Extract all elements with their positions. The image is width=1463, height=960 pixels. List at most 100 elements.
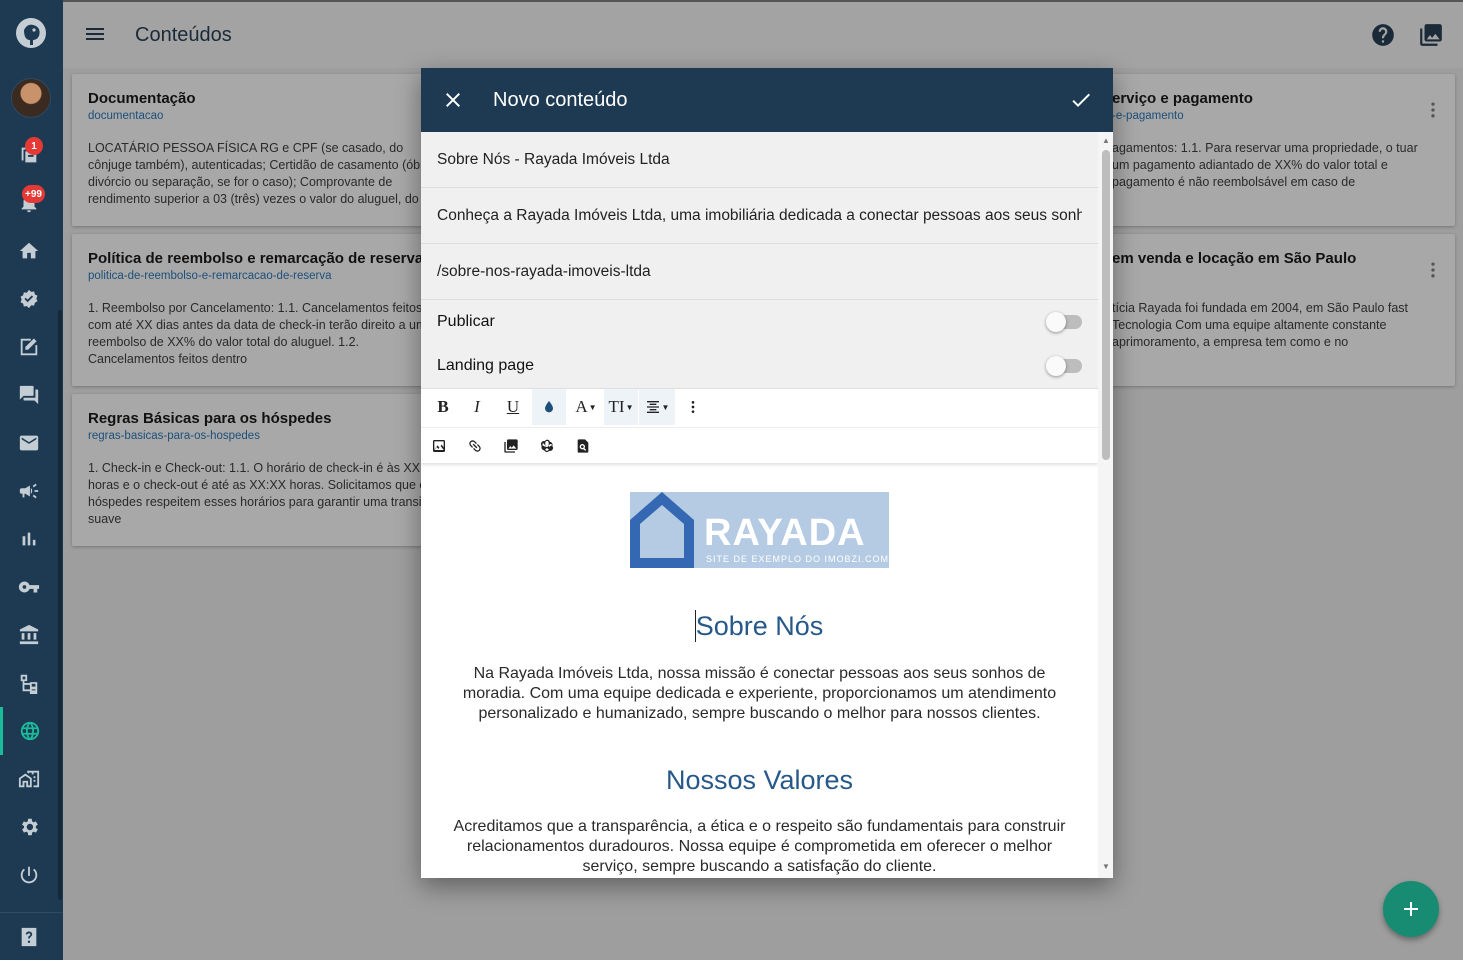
sidebar-item-notifications[interactable]: 1: [0, 131, 57, 179]
card-body: agamentos: 1.1. Para reservar uma propri…: [1112, 141, 1418, 189]
sidebar-item-keys[interactable]: [0, 563, 57, 611]
card-title: erviço e pagamento: [1112, 90, 1253, 107]
hierarchy-icon: [20, 674, 37, 694]
check-icon: [1072, 93, 1090, 107]
editor-heading-values[interactable]: Nossos Valores: [421, 765, 1098, 796]
url-input[interactable]: [437, 262, 1082, 281]
help-icon: [21, 927, 36, 947]
more-options-button[interactable]: [681, 389, 705, 425]
globe-icon: [20, 721, 40, 741]
description-input[interactable]: [437, 206, 1082, 225]
plus-icon: [1404, 902, 1418, 916]
notifications-badge: 1: [25, 137, 43, 155]
description-field[interactable]: [421, 188, 1098, 244]
sidebar-item-structure[interactable]: [0, 659, 57, 707]
editor-toolbar: B I U A ▼ TI ▼ ▼: [421, 388, 1098, 463]
dialog-header: Novo conteúdo: [421, 68, 1113, 132]
editor-paragraph-values[interactable]: Acreditamos que a transparência, a ética…: [451, 817, 1068, 877]
sidebar-divider: [0, 912, 63, 913]
title-field[interactable]: [421, 132, 1098, 188]
edit-icon: [20, 338, 37, 356]
gallery-icon: [1420, 24, 1442, 46]
underline-button[interactable]: U: [499, 389, 527, 425]
card-slug: politica-de-reembolso-e-remarcacao-de-re…: [88, 270, 332, 282]
chat-icon: [19, 385, 38, 405]
rayada-logo-image[interactable]: RAYADA SITE DE EXEMPLO DO IMOBZI.COM: [630, 492, 889, 568]
insert-image-button[interactable]: [427, 428, 451, 464]
tasks-icon: [20, 289, 37, 309]
avatar[interactable]: [11, 78, 51, 118]
content-card[interactable]: Política de reembolso e remarcação de re…: [72, 234, 432, 386]
elephant-logo-icon[interactable]: [14, 16, 48, 50]
content-card[interactable]: Documentação documentacao LOCATÁRIO PESS…: [72, 74, 432, 226]
add-content-button[interactable]: [1383, 881, 1439, 937]
close-icon: [446, 93, 460, 107]
media-gallery-button[interactable]: [1418, 22, 1444, 48]
sidebar-item-chat[interactable]: [0, 371, 57, 419]
more-vert-icon: [1431, 262, 1435, 278]
card-body: LOCATÁRIO PESSOA FÍSICA RG e CPF (se cas…: [88, 141, 432, 206]
sidebar-item-properties[interactable]: [0, 755, 57, 803]
landing-page-row: Landing page: [421, 344, 1098, 388]
card-menu-button[interactable]: [1423, 100, 1443, 120]
sidebar-item-edit[interactable]: [0, 323, 57, 371]
title-input[interactable]: [437, 150, 1082, 169]
card-slug: -e-pagamento: [1112, 110, 1184, 122]
font-color-icon: A: [575, 397, 588, 416]
landing-page-toggle[interactable]: [1046, 356, 1082, 376]
megaphone-icon: [19, 483, 38, 499]
sidebar-item-settings[interactable]: [0, 803, 57, 851]
publish-row: Publicar: [421, 300, 1098, 344]
bold-button[interactable]: B: [429, 389, 457, 425]
alerts-badge: +99: [22, 185, 45, 203]
insert-gallery-button[interactable]: [499, 428, 523, 464]
gallery-icon: [504, 439, 518, 453]
toolbar-row-insert: [421, 427, 1098, 463]
save-button[interactable]: [1069, 88, 1093, 112]
menu-button[interactable]: [83, 22, 107, 46]
sidebar-item-reports[interactable]: [0, 515, 57, 563]
card-slug: documentacao: [88, 110, 164, 122]
sidebar-item-alerts[interactable]: +99: [0, 179, 57, 227]
sidebar-item-help[interactable]: [0, 915, 57, 959]
chart-icon: [22, 532, 35, 546]
preview-button[interactable]: [571, 428, 595, 464]
gear-icon: [21, 818, 38, 836]
scroll-down-arrow-icon[interactable]: ▼: [1101, 862, 1111, 872]
font-color-button[interactable]: A ▼: [569, 389, 603, 425]
sidebar-item-finance[interactable]: [0, 611, 57, 659]
sidebar-item-home[interactable]: [0, 227, 57, 275]
card-title: em venda e locação em São Paulo: [1112, 250, 1357, 267]
sidebar-item-logout[interactable]: [0, 851, 57, 899]
scroll-up-arrow-icon[interactable]: ▲: [1101, 136, 1111, 146]
sidebar-scrollbar[interactable]: [58, 310, 62, 900]
content-card[interactable]: Regras Básicas para os hóspedes regras-b…: [72, 394, 432, 546]
font-size-button[interactable]: TI ▼: [604, 389, 638, 425]
dialog-scrollbar-thumb[interactable]: [1102, 150, 1110, 460]
italic-button[interactable]: I: [463, 389, 491, 425]
publish-label: Publicar: [437, 313, 495, 330]
sidebar-item-marketing[interactable]: [0, 467, 57, 515]
insert-link-button[interactable]: [463, 428, 487, 464]
sidebar-item-website[interactable]: [0, 707, 57, 755]
close-button[interactable]: [441, 88, 465, 112]
hamburger-icon: [86, 28, 104, 40]
logo-brand-text: RAYADA: [704, 512, 866, 554]
background-color-button[interactable]: [532, 389, 566, 425]
page-title: Conteúdos: [135, 24, 232, 46]
content-card[interactable]: em venda e locação em São Paulo tícia Ra…: [1100, 234, 1455, 386]
card-menu-button[interactable]: [1423, 260, 1443, 280]
content-card[interactable]: erviço e pagamento -e-pagamento agamento…: [1100, 74, 1455, 226]
sidebar-item-mail[interactable]: [0, 419, 57, 467]
ai-assistant-button[interactable]: [535, 428, 559, 464]
publish-toggle[interactable]: [1046, 312, 1082, 332]
editor-paragraph-mission[interactable]: Na Rayada Imóveis Ltda, nossa missão é c…: [451, 664, 1068, 724]
rich-text-editor[interactable]: RAYADA SITE DE EXEMPLO DO IMOBZI.COM Sob…: [421, 468, 1098, 878]
help-button[interactable]: [1370, 22, 1396, 48]
sidebar-item-tasks[interactable]: [0, 275, 57, 323]
url-field[interactable]: [421, 244, 1098, 300]
align-button[interactable]: ▼: [639, 389, 675, 425]
editor-heading-about[interactable]: Sobre Nós: [421, 611, 1098, 642]
color-drop-icon: [545, 401, 553, 413]
power-icon: [20, 866, 37, 884]
